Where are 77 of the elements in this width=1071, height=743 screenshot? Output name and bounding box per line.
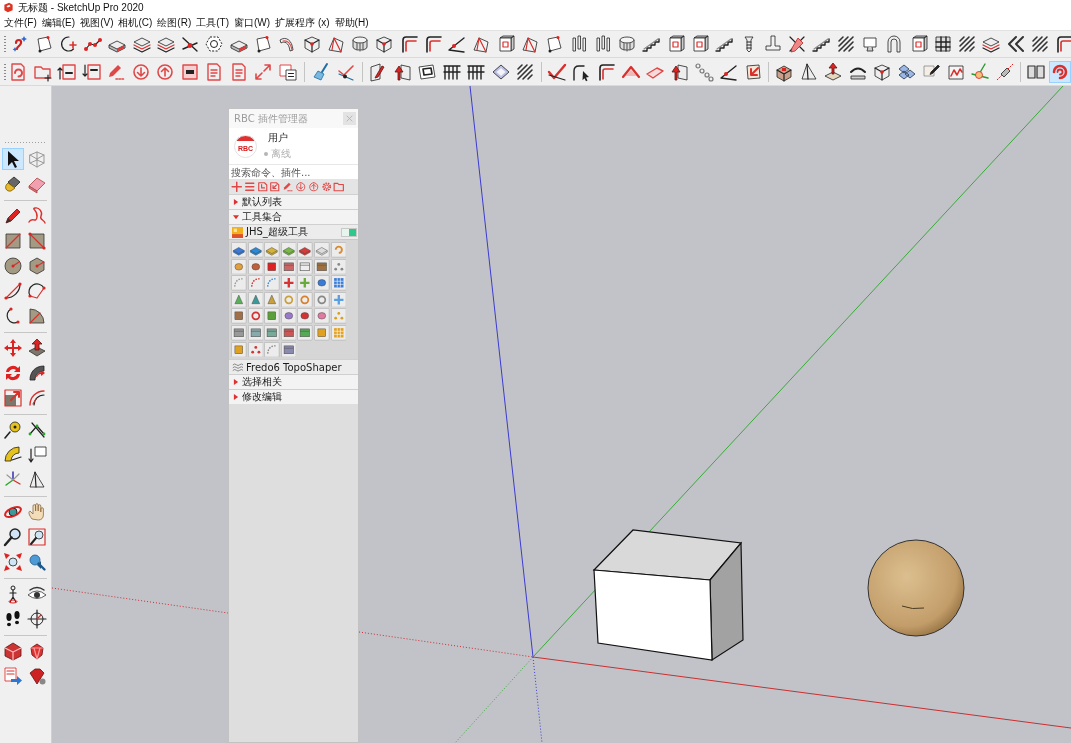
menu-item[interactable]: 相机(C) [118, 15, 153, 30]
panel-icon[interactable] [297, 258, 313, 275]
zoom-extents-icon[interactable] [2, 551, 24, 573]
cone-icon[interactable] [247, 291, 264, 308]
cone-icon[interactable] [264, 291, 280, 308]
cross-icon[interactable] [280, 275, 297, 291]
pie-icon[interactable] [26, 305, 48, 327]
zoom-back-icon[interactable] [26, 551, 48, 573]
dots-icon[interactable] [330, 308, 347, 324]
panel-icon[interactable] [313, 258, 330, 275]
tape-measure-icon[interactable] [2, 419, 24, 441]
arc-icon[interactable] [2, 280, 24, 302]
zoom-window-icon[interactable] [26, 526, 48, 548]
tile-icon [232, 226, 243, 238]
polygon-icon[interactable] [26, 255, 48, 277]
search-field[interactable]: 搜索命令、插件... [229, 164, 358, 179]
cube-icon[interactable] [2, 640, 24, 662]
arc-icon[interactable] [26, 280, 48, 302]
rotated-rectangle-icon[interactable] [26, 230, 48, 252]
follow-me-icon[interactable] [26, 362, 48, 384]
square-icon[interactable] [231, 308, 247, 324]
panel-icon[interactable] [247, 324, 264, 341]
swirl-icon[interactable] [1049, 60, 1071, 83]
panel-icon[interactable] [264, 324, 280, 341]
arrow-up-circle-icon[interactable] [307, 180, 320, 193]
wave-lines-icon [232, 361, 243, 373]
rectangle-icon[interactable] [2, 230, 24, 252]
move-arrows-icon[interactable] [2, 337, 24, 359]
ring-icon[interactable] [297, 291, 313, 308]
menu-item[interactable]: 编辑(E) [41, 15, 76, 30]
dots-icon[interactable] [247, 341, 264, 358]
scale-icon[interactable] [2, 387, 24, 409]
panel-icon[interactable] [280, 258, 297, 275]
square-icon[interactable] [264, 308, 280, 324]
sheet-arrow-icon[interactable] [269, 180, 281, 193]
menu-item[interactable]: 视图(V) [80, 15, 114, 30]
offset-icon[interactable] [26, 387, 48, 409]
panel-icon[interactable] [280, 324, 297, 341]
crosshair-icon[interactable] [26, 608, 48, 630]
toolbar-grip[interactable] [4, 141, 47, 144]
document-arrow-icon[interactable] [2, 665, 24, 687]
panel-title: RBC 插件管理器 [234, 111, 308, 126]
sheet-arrow-icon[interactable] [256, 180, 269, 193]
window-title: 无标题 - SketchUp Pro 2020 [18, 0, 144, 15]
menu-item[interactable]: 文件(F) [4, 15, 37, 30]
list-icon[interactable] [243, 180, 256, 193]
panel-icon[interactable] [297, 324, 313, 341]
square-icon[interactable] [264, 258, 280, 275]
caret-icon[interactable] [233, 379, 239, 386]
caret-icon[interactable] [233, 394, 239, 401]
panel-icon[interactable] [231, 324, 247, 341]
menu-item[interactable]: 工具(T) [196, 15, 230, 30]
square-icon[interactable] [313, 324, 330, 341]
dots-icon[interactable] [330, 258, 347, 275]
close-icon [346, 115, 353, 122]
menu-item[interactable]: 绘图(R) [157, 15, 192, 30]
caret-icon[interactable] [233, 214, 239, 220]
folder-icon[interactable] [333, 180, 345, 193]
menu-item[interactable]: 窗口(W) [234, 15, 271, 30]
ring-icon[interactable] [247, 308, 264, 324]
arrow-cursor-icon[interactable] [2, 148, 24, 170]
user-name: 用户 [267, 131, 289, 145]
zoom-icon[interactable] [2, 526, 24, 548]
panel-icon[interactable] [280, 341, 297, 358]
user-status: 离线 [271, 147, 291, 161]
plus-icon[interactable] [231, 180, 243, 193]
square-icon[interactable] [231, 341, 247, 358]
toggle-switch[interactable] [341, 227, 357, 237]
menu-item[interactable]: 扩展程序 (x) [275, 15, 330, 30]
arrow-down-circle-icon[interactable] [295, 180, 307, 193]
menu-item[interactable]: 帮助(H) [334, 15, 369, 30]
caret-icon[interactable] [233, 199, 239, 205]
freehand-curve-icon[interactable] [26, 205, 48, 227]
push-pull-icon[interactable] [26, 337, 48, 359]
cone-icon[interactable] [231, 291, 247, 308]
ring-icon[interactable] [313, 291, 330, 308]
settings-icon[interactable] [320, 180, 333, 193]
